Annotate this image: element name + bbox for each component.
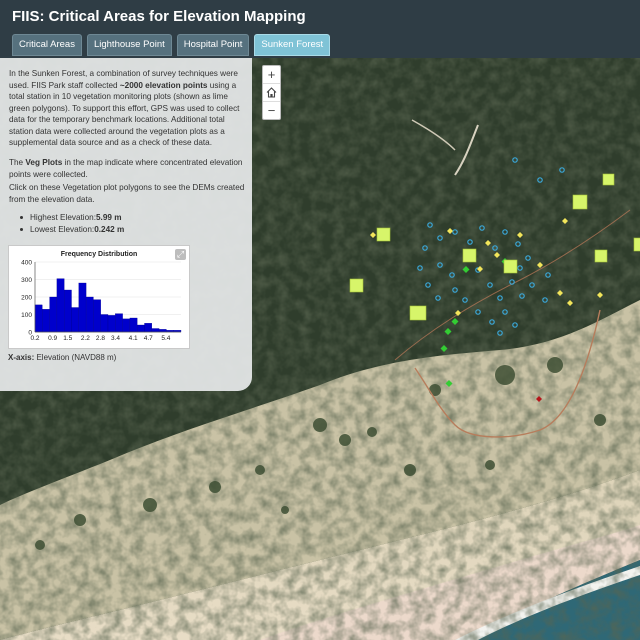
x-tick-label: 2.2	[81, 335, 90, 342]
histogram-bar	[107, 315, 116, 333]
histogram-bar	[34, 304, 43, 333]
histogram-bar	[137, 324, 145, 333]
y-tick-label: 100	[21, 312, 32, 319]
lowest-elevation: Lowest Elevation: 0.242 m	[20, 224, 124, 236]
histogram-bar	[151, 328, 160, 333]
highest-value: 5.99 m	[96, 213, 122, 222]
histogram-bar	[122, 318, 131, 333]
histogram-bar	[115, 313, 123, 333]
app-title: FIIS: Critical Areas for Elevation Mappi…	[12, 8, 306, 25]
tab-hospital-point[interactable]: Hospital Point	[176, 34, 250, 56]
histogram-bar	[78, 282, 87, 333]
zoom-in-button[interactable]: +	[263, 66, 280, 84]
histogram-bar	[129, 317, 138, 333]
x-tick-label: 0.2	[30, 335, 39, 342]
x-tick-label: 4.7	[144, 335, 153, 342]
tab-sunken-forest[interactable]: Sunken Forest	[254, 34, 331, 56]
home-button[interactable]	[263, 84, 280, 102]
veg-highlight: Veg Plots	[25, 158, 63, 167]
x-tick-label: 2.8	[96, 335, 105, 342]
tab-lighthouse-point[interactable]: Lighthouse Point	[86, 34, 172, 56]
y-tick-label: 300	[21, 277, 32, 284]
bullet-icon	[20, 227, 23, 231]
histogram-bar	[158, 329, 167, 333]
histogram-bar	[100, 314, 109, 333]
xaxis-caption: X-axis: Elevation (NAVD88 m)	[8, 352, 116, 364]
histogram-svg: 01002003004000.2 0.9 1.5 2.2 2.8 3.4 4.1 4.7 5.4	[21, 260, 182, 342]
xaxis-caption-text: Elevation (NAVD88 m)	[34, 353, 117, 362]
x-tick-label: 0.9	[48, 335, 57, 342]
x-tick-label: 5.4	[161, 335, 170, 342]
info-panel: In the Sunken Forest, a combination of s…	[0, 58, 252, 391]
tab-bar: Critical Areas Lighthouse Point Hospital…	[12, 34, 331, 56]
lowest-value: 0.242 m	[94, 224, 125, 234]
y-tick-label: 400	[21, 260, 32, 267]
histogram-bar	[56, 278, 65, 333]
histogram-bar	[64, 289, 72, 333]
x-tick-label: 1.5	[63, 335, 72, 342]
histogram-bar	[71, 307, 79, 333]
histogram-bar	[85, 296, 94, 333]
intro-paragraph: In the Sunken Forest, a combination of s…	[9, 68, 247, 149]
frequency-chart: Frequency Distribution ⤢ 0 100 200 300 400 0.…	[8, 245, 190, 349]
click-instruction: Click on these Vegetation plot polygons …	[9, 183, 245, 204]
veg-plots-paragraph: The Veg Plots in the map indicate where …	[9, 157, 247, 180]
histogram-bar	[49, 296, 58, 333]
highest-label: Highest Elevation:	[30, 213, 96, 222]
zoom-out-button[interactable]: −	[263, 102, 280, 119]
zoom-control: + −	[262, 65, 281, 120]
app-header: FIIS: Critical Areas for Elevation Mappi…	[0, 0, 640, 58]
y-tick-label: 200	[21, 295, 32, 302]
x-tick-label: 4.1	[129, 335, 138, 342]
home-icon	[266, 87, 277, 98]
intro-highlight: ~2000 elevation points	[119, 80, 208, 90]
histogram-bar	[42, 309, 50, 333]
histogram-bar	[93, 299, 101, 333]
intro-text-rest: using a total station in 10 vegetation m…	[9, 80, 240, 148]
tab-critical-areas[interactable]: Critical Areas	[12, 34, 82, 56]
x-tick-label: 3.4	[111, 335, 120, 342]
elevation-stats: Highest Elevation: 5.99 m Lowest Elevati…	[20, 212, 124, 235]
xaxis-caption-label: X-axis:	[8, 353, 35, 362]
histogram-bar	[144, 323, 152, 333]
veg-text: The	[9, 158, 26, 167]
bullet-icon	[20, 216, 23, 220]
highest-elevation: Highest Elevation: 5.99 m	[20, 212, 124, 224]
lowest-label: Lowest Elevation:	[30, 224, 95, 234]
